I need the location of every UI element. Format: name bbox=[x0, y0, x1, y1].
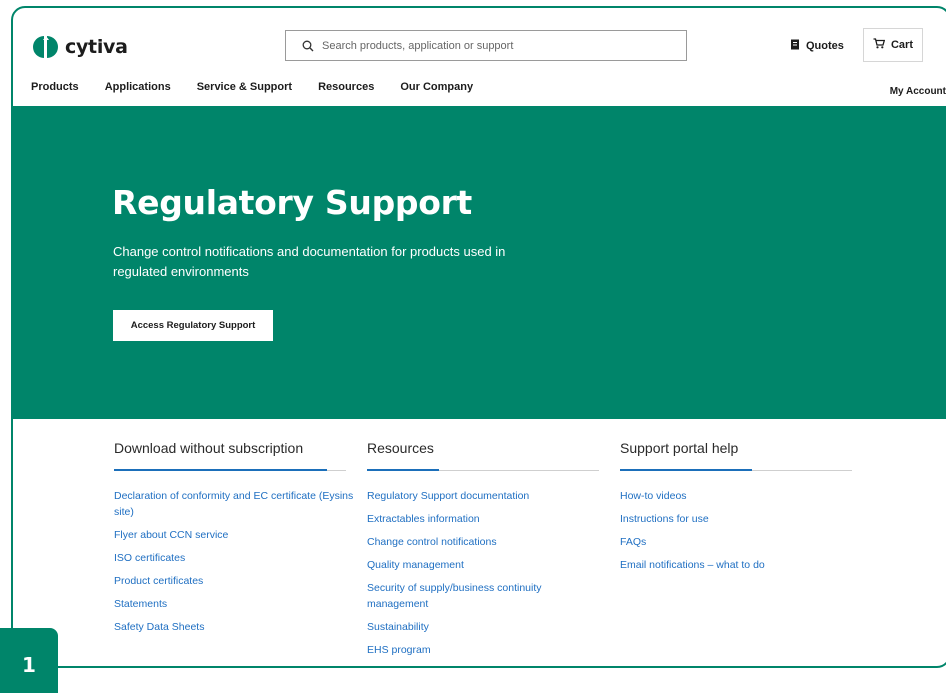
link-item[interactable]: Email notifications – what to do bbox=[620, 557, 860, 573]
nav-item-resources[interactable]: Resources bbox=[318, 81, 374, 93]
link-item[interactable]: Instructions for use bbox=[620, 511, 860, 527]
cytiva-logo[interactable]: cytiva bbox=[33, 34, 128, 60]
search-box[interactable] bbox=[285, 30, 687, 61]
link-item[interactable]: EHS program bbox=[367, 642, 567, 658]
page-title: Regulatory Support bbox=[112, 183, 473, 222]
link-item[interactable]: Extractables information bbox=[367, 511, 567, 527]
nav-item-our-company[interactable]: Our Company bbox=[400, 81, 473, 93]
hero-description: Change control notifications and documen… bbox=[113, 244, 506, 279]
nav-item-applications[interactable]: Applications bbox=[105, 81, 171, 93]
quotes-icon bbox=[790, 39, 800, 53]
link-item[interactable]: Statements bbox=[114, 596, 354, 612]
logo-text: cytiva bbox=[65, 36, 128, 58]
link-item[interactable]: Safety Data Sheets bbox=[114, 619, 354, 635]
divider-accent bbox=[114, 469, 327, 471]
nav-item-service-support[interactable]: Service & Support bbox=[197, 81, 292, 93]
link-item[interactable]: FAQs bbox=[620, 534, 860, 550]
link-item[interactable]: Flyer about CCN service bbox=[114, 527, 354, 543]
link-item[interactable]: Sustainability bbox=[367, 619, 567, 635]
link-list: Declaration of conformity and EC certifi… bbox=[114, 488, 354, 642]
link-item[interactable]: Security of supply/business continuity m… bbox=[367, 580, 567, 612]
access-regulatory-support-button[interactable]: Access Regulatory Support bbox=[113, 310, 273, 341]
link-item[interactable]: Quality management bbox=[367, 557, 567, 573]
divider-accent bbox=[620, 469, 752, 471]
link-item[interactable]: Change control notifications bbox=[367, 534, 567, 550]
cart-button[interactable]: Cart bbox=[863, 28, 923, 62]
column-heading: Download without subscription bbox=[114, 440, 304, 456]
cytiva-logo-icon bbox=[33, 34, 59, 60]
column-heading: Resources bbox=[367, 440, 434, 456]
link-list: How-to videos Instructions for use FAQs … bbox=[620, 488, 860, 580]
browser-frame: cytiva Quotes Cart bbox=[11, 6, 946, 668]
link-list: Regulatory Support documentation Extract… bbox=[367, 488, 567, 665]
divider-accent bbox=[367, 469, 439, 471]
quotes-link[interactable]: Quotes bbox=[790, 39, 844, 53]
link-item[interactable]: How-to videos bbox=[620, 488, 860, 504]
link-item[interactable]: Declaration of conformity and EC certifi… bbox=[114, 488, 354, 520]
search-input[interactable] bbox=[322, 39, 662, 52]
support-portal-column: Support portal help How-to videos Instru… bbox=[620, 440, 852, 571]
step-number-badge: 1 bbox=[0, 628, 58, 693]
quotes-label: Quotes bbox=[806, 40, 844, 52]
resources-column: Resources Regulatory Support documentati… bbox=[367, 440, 599, 656]
main-nav: Products Applications Service & Support … bbox=[31, 81, 473, 93]
nav-item-products[interactable]: Products bbox=[31, 81, 79, 93]
my-account-link[interactable]: My Account bbox=[890, 86, 946, 97]
hero-banner: Regulatory Support Change control notifi… bbox=[13, 106, 946, 419]
link-item[interactable]: Regulatory Support documentation bbox=[367, 488, 567, 504]
search-icon bbox=[294, 40, 322, 52]
download-column: Download without subscription Declaratio… bbox=[114, 440, 353, 633]
link-item[interactable]: ISO certificates bbox=[114, 550, 354, 566]
link-item[interactable]: Product certificates bbox=[114, 573, 354, 589]
column-heading: Support portal help bbox=[620, 440, 739, 456]
cart-label: Cart bbox=[890, 39, 913, 51]
cart-icon bbox=[873, 38, 886, 52]
